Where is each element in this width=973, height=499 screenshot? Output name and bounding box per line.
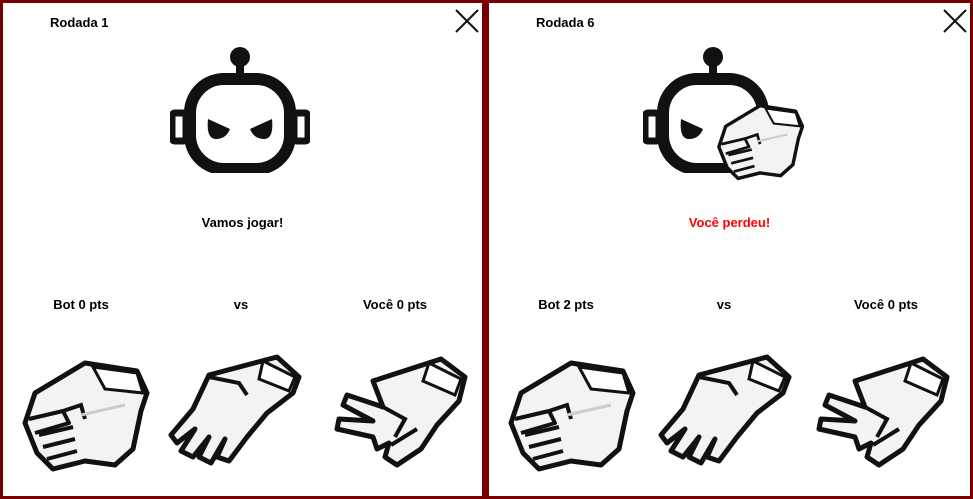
- round-label: Rodada 6: [536, 15, 595, 30]
- close-icon[interactable]: [454, 8, 480, 34]
- bot-score: Bot 2 pts: [538, 297, 594, 312]
- scissors-hand-icon[interactable]: [333, 353, 473, 473]
- bot-rock-hand-icon: [712, 95, 808, 185]
- game-message: Você perdeu!: [688, 215, 771, 230]
- player-score: Você 0 pts: [362, 297, 428, 312]
- paper-hand-icon[interactable]: [167, 353, 307, 473]
- game-panel-round-1: Rodada 1 Vamos jogar! Bot 0 pts vs Você …: [3, 3, 482, 496]
- robot-icon: [170, 43, 310, 173]
- scissors-hand-icon[interactable]: [815, 353, 955, 473]
- round-label: Rodada 1: [50, 15, 109, 30]
- game-panel-round-6: Rodada 6 Você perdeu! Bot 2 pts vs Você …: [489, 3, 970, 496]
- close-icon[interactable]: [942, 8, 968, 34]
- game-message: Vamos jogar!: [201, 215, 284, 230]
- rock-hand-icon[interactable]: [15, 353, 155, 473]
- player-score: Você 0 pts: [853, 297, 919, 312]
- bot-score: Bot 0 pts: [53, 297, 109, 312]
- rock-hand-icon[interactable]: [501, 353, 641, 473]
- vs-label: vs: [233, 297, 249, 312]
- paper-hand-icon[interactable]: [657, 353, 797, 473]
- vs-label: vs: [716, 297, 732, 312]
